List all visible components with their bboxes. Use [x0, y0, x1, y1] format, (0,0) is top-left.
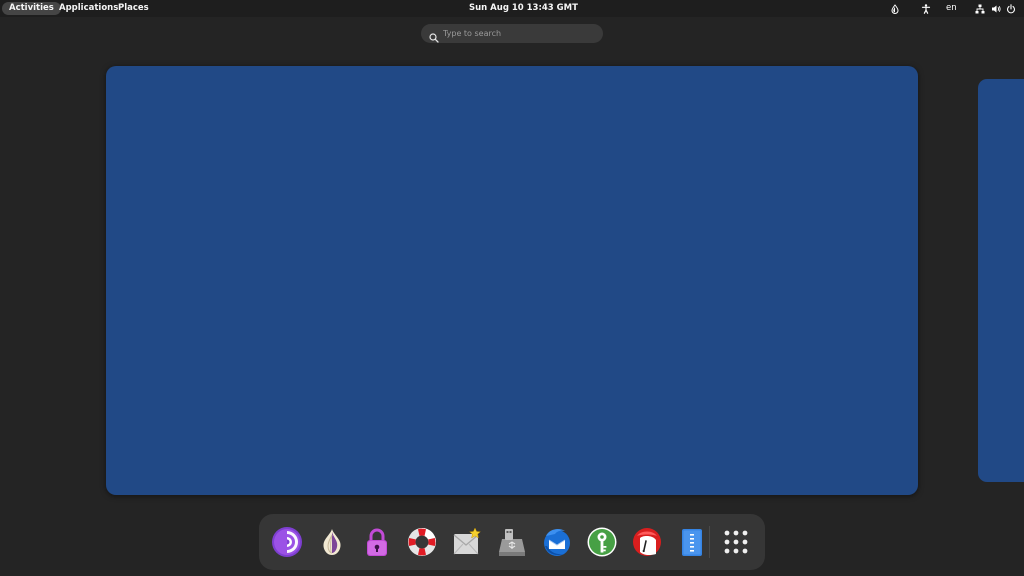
workspace-thumbnail-current[interactable]: [106, 66, 918, 495]
search-icon: [429, 28, 439, 43]
top-bar: Activities Applications Places Sun Aug 1…: [0, 0, 1024, 17]
keepassxc-icon[interactable]: [582, 522, 622, 562]
keyboard-language-indicator[interactable]: en: [946, 2, 957, 15]
dash-separator: [709, 526, 710, 558]
workspace-thumbnail-next[interactable]: [978, 79, 1024, 482]
power-icon[interactable]: [1005, 3, 1016, 14]
network-icon[interactable]: [974, 3, 985, 14]
unlock-veracrypt-icon[interactable]: [357, 522, 397, 562]
onion-circuits-icon[interactable]: [312, 522, 352, 562]
usb-installer-icon[interactable]: [492, 522, 532, 562]
places-menu[interactable]: Places: [111, 2, 156, 15]
clock-button[interactable]: Sun Aug 10 13:43 GMT: [463, 2, 584, 15]
show-applications-icon[interactable]: [716, 522, 756, 562]
welcome-screen-icon[interactable]: [447, 522, 487, 562]
search-bar[interactable]: [421, 24, 603, 43]
dash: [259, 514, 765, 570]
tor-browser-icon[interactable]: [267, 522, 307, 562]
accessibility-icon[interactable]: [920, 3, 931, 14]
help-lifebuoy-icon[interactable]: [402, 522, 442, 562]
thunderbird-icon[interactable]: [537, 522, 577, 562]
night-light-icon[interactable]: [889, 3, 900, 14]
electrum-icon[interactable]: [627, 522, 667, 562]
volume-icon[interactable]: [990, 3, 1001, 14]
search-input[interactable]: [443, 24, 593, 43]
text-editor-icon[interactable]: [672, 522, 712, 562]
